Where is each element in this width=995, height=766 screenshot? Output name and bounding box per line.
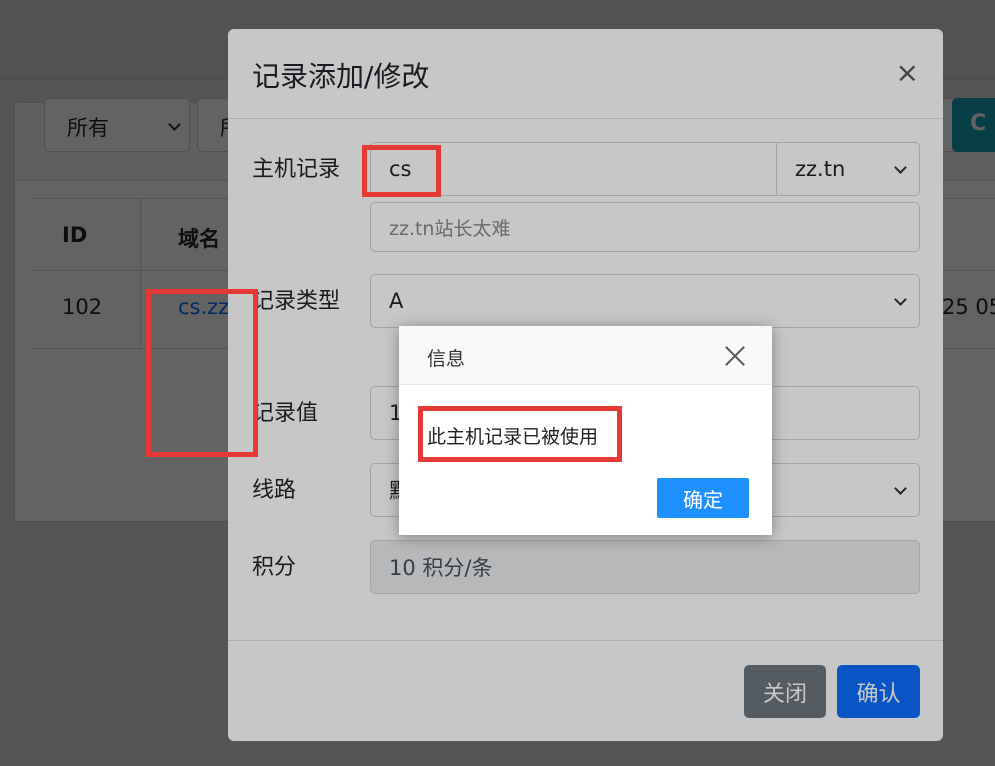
alert-header: 信息 [399,326,772,385]
annotation-frame-alert-message [418,406,622,462]
alert-title: 信息 [427,348,466,370]
close-icon[interactable] [724,345,746,367]
ok-button[interactable]: 确定 [657,478,749,518]
annotation-frame-domain-column [146,289,258,457]
annotation-frame-host-value [362,145,441,197]
